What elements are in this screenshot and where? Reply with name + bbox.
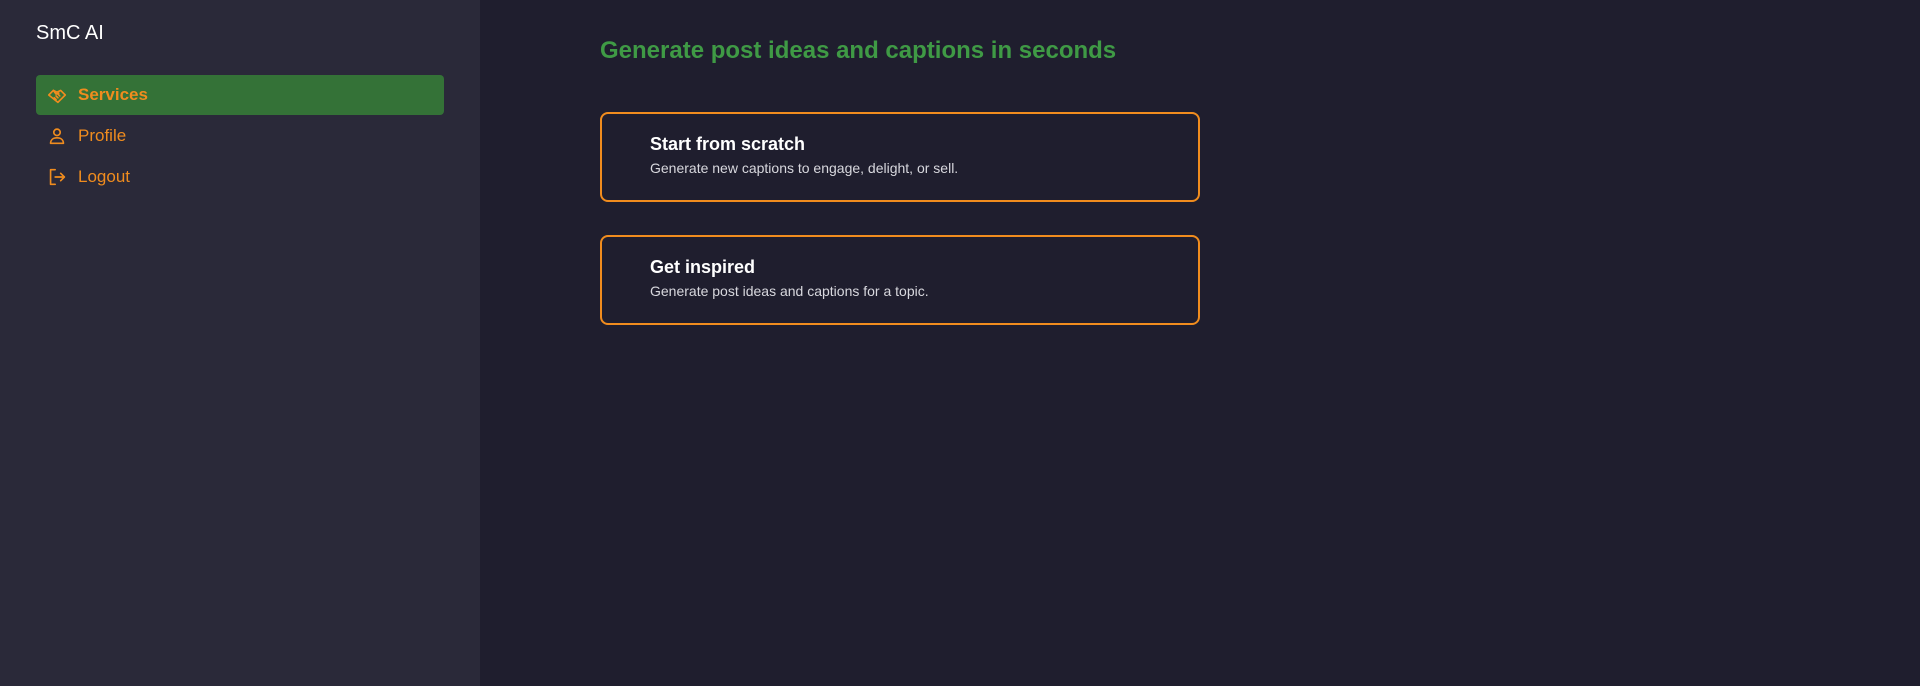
logout-icon	[46, 166, 68, 188]
card-title: Get inspired	[650, 257, 756, 277]
sidebar: SmC AI Services Profile Logout	[0, 0, 480, 686]
user-icon	[46, 125, 68, 147]
get-inspired-card[interactable]: Get inspired Generate post ideas and cap…	[600, 235, 1200, 325]
main-content: Generate post ideas and captions in seco…	[480, 0, 1920, 686]
app-logo-text: SmC AI	[36, 22, 104, 44]
card-description: Generate new captions to engage, delight…	[650, 160, 959, 176]
sidebar-nav: Services Profile Logout	[36, 75, 444, 197]
card-title: Start from scratch	[650, 134, 806, 154]
card-description: Generate post ideas and captions for a t…	[650, 283, 929, 299]
handshake-icon	[46, 84, 68, 106]
sidebar-item-label: Profile	[78, 126, 127, 145]
sidebar-item-label: Logout	[78, 167, 130, 186]
sidebar-item-logout[interactable]: Logout	[36, 157, 444, 197]
sidebar-item-label: Services	[78, 85, 148, 104]
page-title: Generate post ideas and captions in seco…	[600, 37, 1117, 64]
sidebar-item-services[interactable]: Services	[36, 75, 444, 115]
start-from-scratch-card[interactable]: Start from scratch Generate new captions…	[600, 112, 1200, 202]
sidebar-item-profile[interactable]: Profile	[36, 116, 444, 156]
